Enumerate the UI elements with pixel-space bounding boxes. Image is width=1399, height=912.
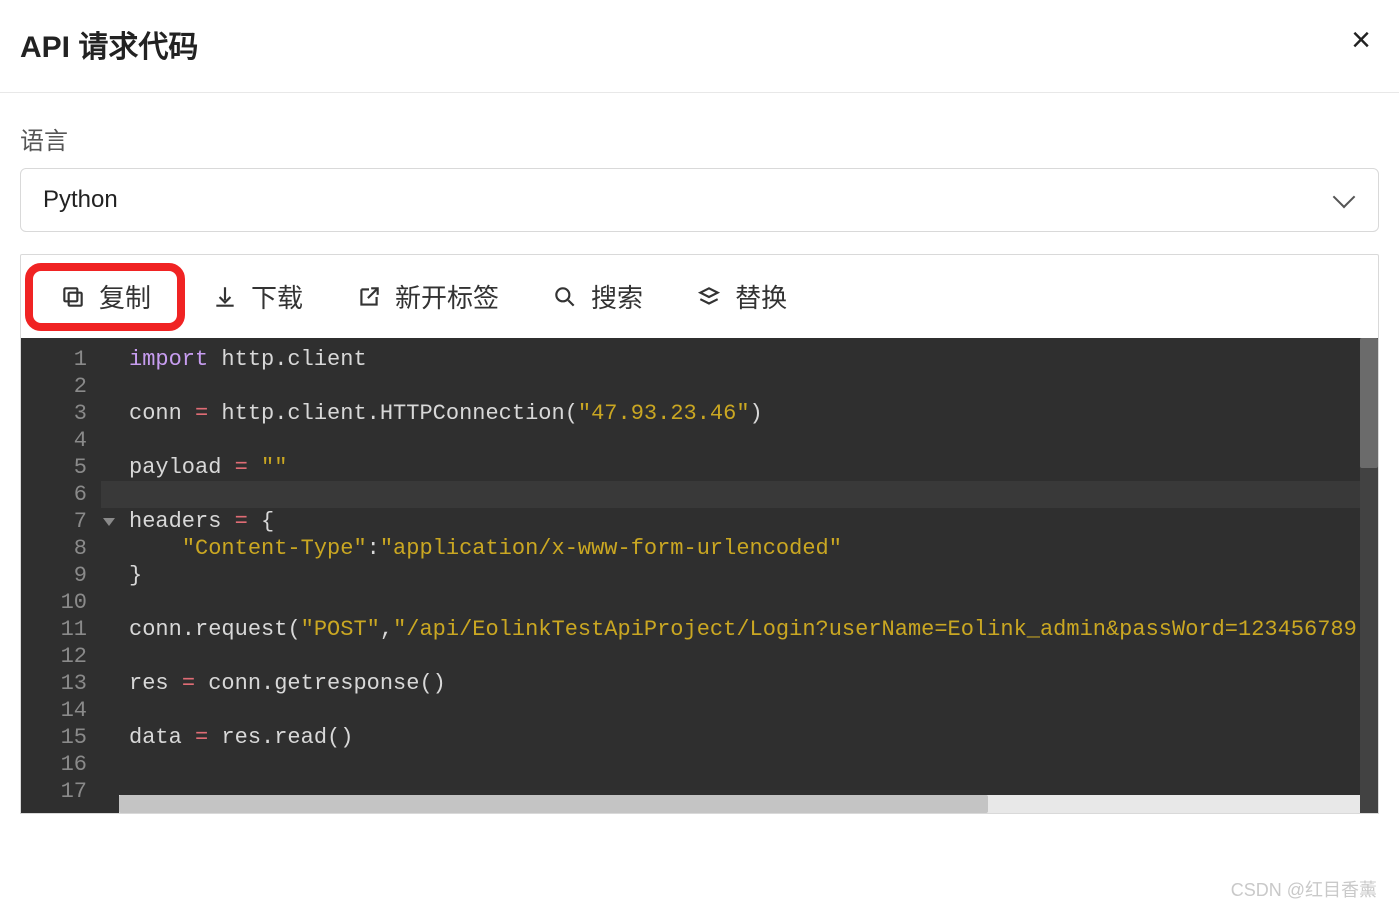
- code-editor[interactable]: 1234567891011121314151617 import http.cl…: [20, 338, 1379, 814]
- code-area[interactable]: import http.client conn = http.client.HT…: [101, 338, 1378, 813]
- download-button[interactable]: 下载: [185, 263, 329, 331]
- search-icon: [551, 283, 579, 311]
- modal-body: 语言 Python 复制 下载 新开标签 搜索: [0, 93, 1399, 824]
- replace-label: 替换: [735, 278, 787, 315]
- open-tab-icon: [355, 283, 383, 311]
- language-select[interactable]: Python: [20, 168, 1379, 232]
- open-tab-label: 新开标签: [395, 278, 499, 315]
- download-label: 下载: [251, 278, 303, 315]
- line-gutter: 1234567891011121314151617: [21, 338, 101, 813]
- language-label: 语言: [20, 121, 1379, 156]
- vertical-scrollbar[interactable]: [1360, 338, 1378, 813]
- replace-button[interactable]: 替换: [669, 263, 813, 331]
- horizontal-scrollbar[interactable]: [119, 795, 1360, 813]
- fold-marker-icon[interactable]: [103, 518, 115, 526]
- copy-icon: [59, 283, 87, 311]
- watermark: CSDN @红目香薰: [1231, 876, 1377, 902]
- open-tab-button[interactable]: 新开标签: [329, 263, 525, 331]
- copy-label: 复制: [99, 278, 151, 315]
- search-label: 搜索: [591, 278, 643, 315]
- modal-title: API 请求代码: [20, 22, 198, 66]
- search-button[interactable]: 搜索: [525, 263, 669, 331]
- replace-icon: [695, 283, 723, 311]
- horizontal-scroll-thumb[interactable]: [119, 795, 988, 813]
- download-icon: [211, 283, 239, 311]
- code-toolbar: 复制 下载 新开标签 搜索 替换: [20, 254, 1379, 338]
- vertical-scroll-thumb[interactable]: [1360, 338, 1378, 468]
- modal-header: API 请求代码 ×: [0, 0, 1399, 93]
- chevron-down-icon: [1333, 186, 1356, 209]
- copy-button[interactable]: 复制: [25, 263, 185, 331]
- language-value: Python: [43, 186, 118, 214]
- close-icon[interactable]: ×: [1351, 23, 1371, 57]
